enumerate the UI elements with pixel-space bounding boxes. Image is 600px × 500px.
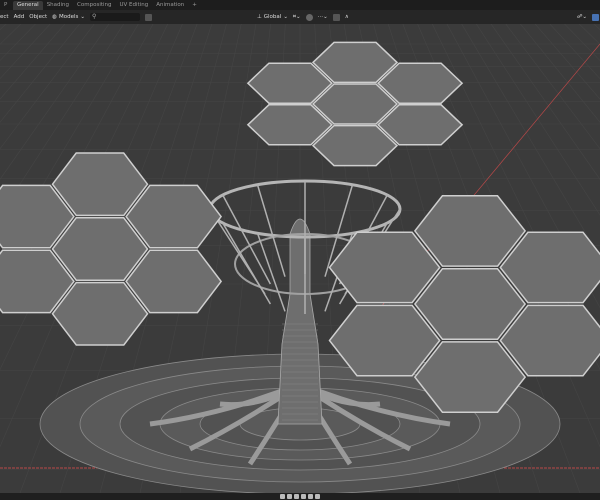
viewport-gizmo-dropdown[interactable]: ☍⌄	[577, 14, 587, 20]
overlay-toggle[interactable]	[592, 13, 599, 21]
proportional-edit-toggle[interactable]	[332, 13, 340, 21]
menu-select[interactable]: ect	[0, 14, 9, 20]
jump-start-button[interactable]	[280, 494, 285, 499]
filter-button[interactable]	[144, 13, 152, 21]
strut	[256, 232, 286, 312]
menu-object[interactable]: Object	[29, 14, 47, 20]
search-input[interactable]: ⚲	[89, 13, 140, 21]
tab-compositing[interactable]: Compositing	[73, 1, 115, 10]
falloff-icon[interactable]: ∧	[345, 14, 349, 20]
play-button[interactable]	[301, 494, 306, 499]
tab-shading[interactable]: Shading	[43, 1, 73, 10]
orientation-icon: ⊥	[256, 14, 262, 20]
tower	[277, 218, 323, 425]
jump-end-button[interactable]	[315, 494, 320, 499]
app-menu[interactable]: P	[0, 1, 13, 10]
workspace-tabs-bar: P General Shading Compositing UV Editing…	[0, 0, 600, 10]
tab-uv-editing[interactable]: UV Editing	[116, 1, 153, 10]
timeline-controls	[0, 493, 600, 500]
hex-solar-panel	[413, 195, 527, 267]
collection-dropdown[interactable]: ◍ Models ⌄	[52, 14, 85, 20]
hex-solar-panel	[413, 268, 527, 340]
prev-keyframe-button[interactable]	[287, 494, 292, 499]
add-workspace-button[interactable]: +	[188, 1, 201, 10]
scene-render	[0, 0, 600, 495]
collection-icon: ◍	[52, 14, 57, 20]
3d-viewport[interactable]	[0, 0, 600, 495]
tab-general[interactable]: General	[13, 0, 43, 10]
pivot-dropdown[interactable]: ⌗⌄	[293, 14, 301, 21]
transform-orientation-dropdown[interactable]: ⊥ Global ⌄	[257, 14, 288, 20]
viewport-header: ect Add Object ◍ Models ⌄ ⚲ ⊥ Global ⌄ ⌗⌄ ⋯⌄…	[0, 10, 600, 24]
strut	[256, 184, 286, 277]
chevron-down-icon: ⌄	[80, 14, 85, 20]
next-keyframe-button[interactable]	[308, 494, 313, 499]
chevron-down-icon: ⌄	[283, 14, 288, 20]
snap-target-dropdown[interactable]: ⋯⌄	[318, 14, 328, 20]
snap-toggle[interactable]	[305, 13, 313, 21]
play-reverse-button[interactable]	[294, 494, 299, 499]
tab-animation[interactable]: Animation	[152, 1, 188, 10]
menu-add[interactable]: Add	[14, 14, 25, 20]
